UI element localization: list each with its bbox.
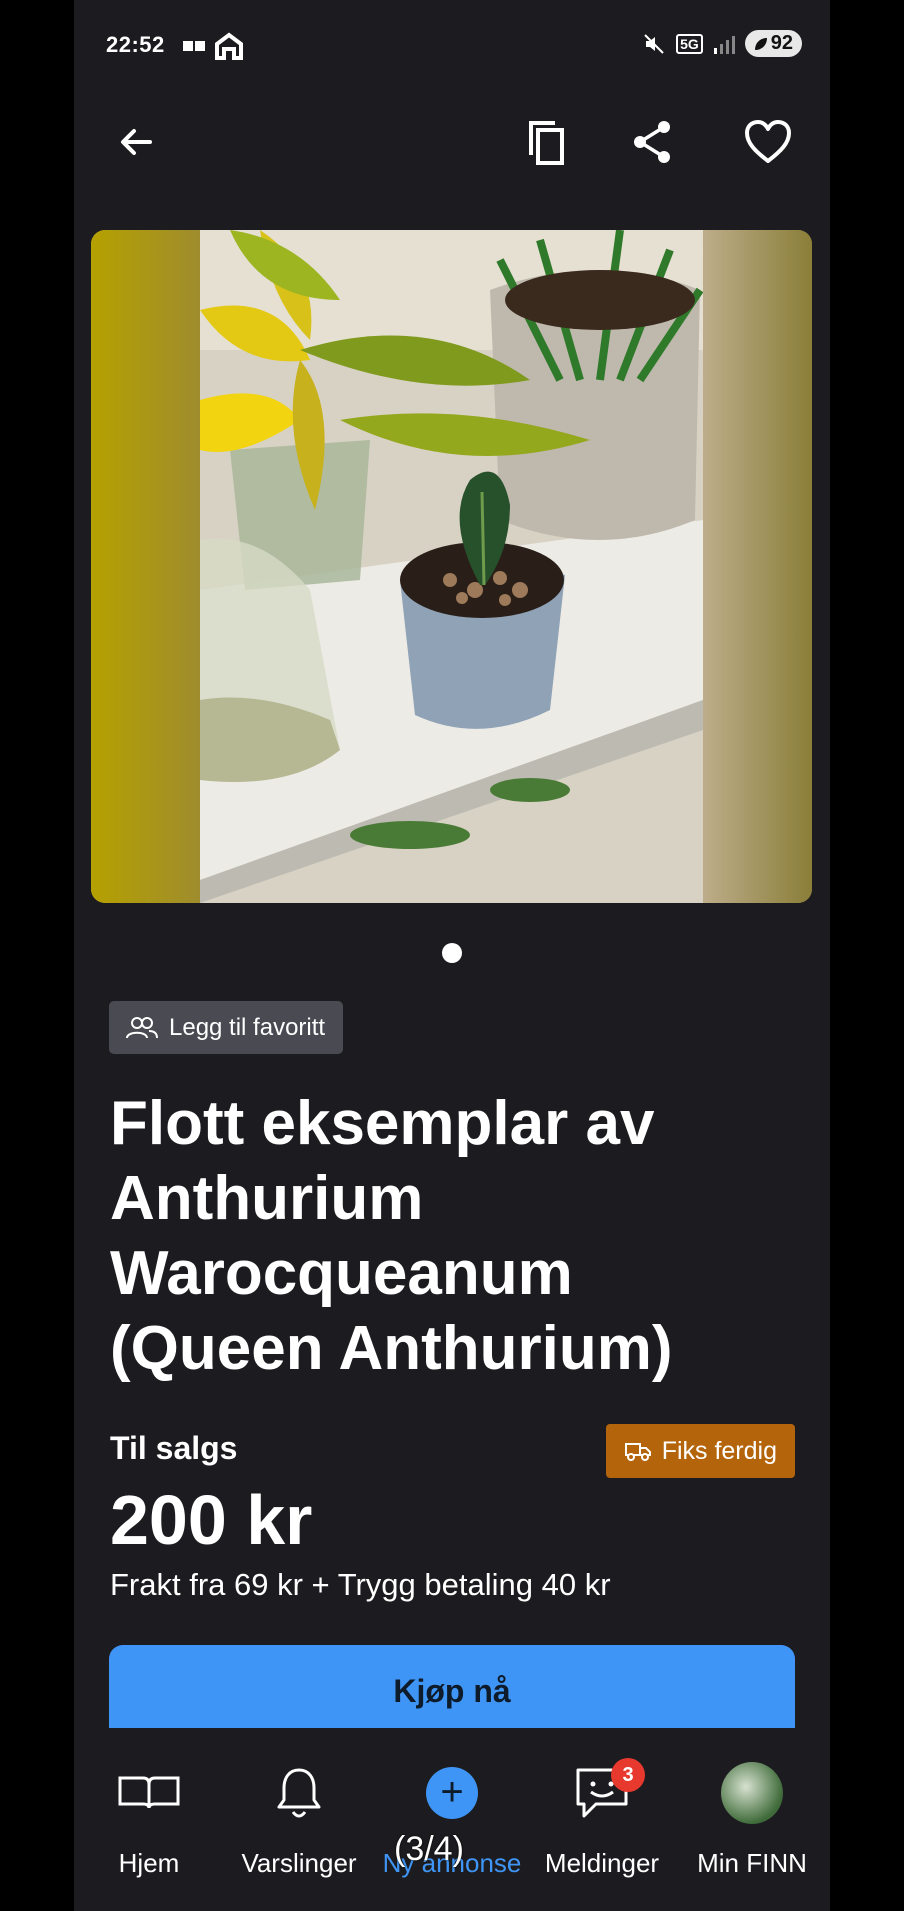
nav-label-my-finn: Min FINN (697, 1848, 807, 1878)
app-screen: 22:52 5G 92 Legg til favoritt Flott ekse… (74, 0, 830, 1911)
book-icon (118, 1776, 180, 1809)
nav-item-notifications[interactable]: Varslinger (224, 1758, 374, 1879)
arrow-left-icon (121, 129, 152, 155)
leaf-icon (754, 37, 767, 50)
plus-icon: + (426, 1767, 478, 1819)
share-icon (634, 121, 670, 163)
users-icon (126, 1016, 158, 1038)
status-right-icons: 5G 92 (642, 30, 802, 57)
messages-badge: 3 (611, 1758, 645, 1792)
avatar (721, 1762, 783, 1824)
home-app-icon (215, 32, 243, 60)
battery-level: 92 (770, 32, 793, 54)
copy-icon (529, 121, 564, 165)
listing-title: Flott eksemplar av Anthurium Warocqueanu… (110, 1089, 673, 1383)
add-to-favorites-label: Legg til favoritt (169, 1013, 326, 1041)
sale-type-label: Til salgs (110, 1430, 238, 1466)
copy-button[interactable] (515, 110, 579, 174)
fiks-ferdig-badge[interactable]: Fiks ferdig (605, 1424, 795, 1478)
battery-indicator: 92 (744, 30, 802, 57)
image-blur-left (91, 230, 200, 903)
status-time: 22:52 (106, 32, 165, 57)
listing-price: 200 kr (110, 1481, 313, 1559)
nav-label-messages: Meldinger (544, 1848, 660, 1878)
nav-item-my-finn[interactable]: Min FINN (677, 1758, 827, 1879)
bottom-navigation: Hjem Varslinger + Ny annonse 3 Meldinger… (74, 1728, 830, 1911)
listing-photo[interactable] (200, 230, 703, 903)
screen-pager-overlay: (3/4) (394, 1830, 464, 1868)
favorite-button[interactable] (736, 110, 800, 174)
nav-item-messages[interactable]: 3 Meldinger (527, 1758, 677, 1879)
nav-item-home[interactable]: Hjem (74, 1758, 224, 1879)
bell-icon (277, 1768, 321, 1818)
notification-icon (183, 41, 205, 51)
network-icon: 5G (676, 33, 703, 54)
gallery-page-indicator (442, 943, 462, 963)
top-action-bar (74, 100, 830, 184)
heart-icon (745, 120, 791, 163)
shipping-info: Frakt fra 69 kr + Trygg betaling 40 kr (110, 1567, 611, 1602)
plant-photo-illustration (200, 230, 703, 903)
nav-label-home: Hjem (118, 1848, 180, 1878)
mute-icon (644, 33, 664, 54)
image-blur-right (703, 230, 812, 903)
add-to-favorites-chip[interactable]: Legg til favoritt (109, 1001, 344, 1054)
signal-icon (713, 35, 735, 54)
back-button[interactable] (104, 110, 168, 174)
fiks-ferdig-label: Fiks ferdig (661, 1436, 777, 1465)
status-left-icons (182, 32, 244, 60)
nav-label-notifications: Varslinger (241, 1848, 357, 1878)
truck-icon (624, 1443, 651, 1461)
share-button[interactable] (620, 110, 684, 174)
status-bar: 22:52 5G 92 (74, 0, 830, 92)
listing-image-gallery[interactable] (91, 230, 812, 903)
